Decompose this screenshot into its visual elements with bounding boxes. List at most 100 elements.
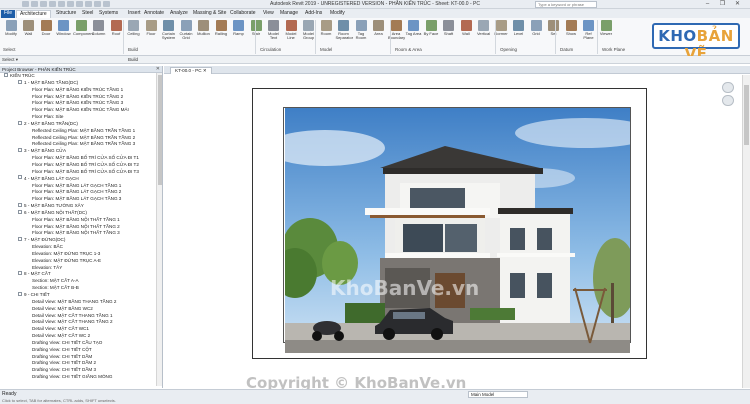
window-button[interactable]: Window: [56, 20, 72, 42]
collapse-icon[interactable]: [18, 79, 22, 84]
roof-button[interactable]: Roof: [108, 20, 124, 42]
collapse-icon[interactable]: [18, 291, 22, 296]
tree-item[interactable]: Section: MẶT CẮT B-B: [0, 285, 156, 292]
tree-item[interactable]: Elevation: BẮC: [0, 244, 156, 251]
curtain-system-button[interactable]: Curtain System: [161, 20, 177, 42]
browser-scrollbar[interactable]: [156, 73, 162, 386]
steering-wheel-icon[interactable]: [722, 82, 734, 93]
model-line-button[interactable]: Model Line: [283, 20, 299, 42]
modify-button[interactable]: Modify: [3, 20, 19, 42]
tree-item[interactable]: Drafting View: CHI TIẾT CẦU TẠO: [0, 340, 156, 347]
room-button[interactable]: Room: [318, 20, 334, 42]
collapse-icon[interactable]: [18, 148, 22, 153]
canvas-scrollbar[interactable]: [742, 75, 750, 388]
collapse-icon[interactable]: [18, 202, 22, 207]
tree-item[interactable]: Elevation: MẶT ĐỨNG TRỤC A-E: [0, 258, 156, 265]
tree-folder[interactable]: KIẾN TRÚC: [0, 73, 156, 80]
tree-folder[interactable]: 5 - MẶT BẰNG TƯỜNG XÂY: [0, 202, 156, 210]
viewer-button[interactable]: Viewer: [598, 20, 614, 42]
ribbon-group-build: Build: [128, 47, 139, 52]
shaft-button[interactable]: Shaft: [441, 20, 457, 42]
collapse-icon[interactable]: [4, 73, 8, 77]
tab-manage[interactable]: Manage: [277, 10, 301, 18]
level-button[interactable]: Level: [511, 20, 527, 42]
close-icon[interactable]: ✕: [730, 0, 745, 7]
ribbon-button-label: Wall: [24, 31, 33, 36]
quick-access-toolbar[interactable]: [22, 1, 142, 8]
component-button[interactable]: Component: [73, 20, 94, 42]
house-rendering[interactable]: [285, 108, 630, 353]
tag-room-button[interactable]: Tag Room: [353, 20, 369, 42]
collapse-icon[interactable]: [18, 175, 22, 180]
tree-item[interactable]: Floor Plan: MẶT BẰNG BỐ TRÍ CỬA SỐ CỬA Đ…: [0, 162, 156, 169]
tab-structure[interactable]: Structure: [53, 10, 79, 18]
stair-button[interactable]: Stair: [248, 20, 264, 42]
collapse-icon[interactable]: [18, 209, 22, 214]
ref-plane-button[interactable]: Ref Plane: [581, 20, 597, 42]
view-tab-sheet[interactable]: KT-00.0 - PC ✕: [170, 67, 212, 74]
area-button[interactable]: Area: [371, 20, 387, 42]
tree-item[interactable]: Drafting View: CHI TIẾT GIẰNG MÓNG: [0, 374, 156, 381]
tab-systems[interactable]: Systems: [96, 10, 121, 18]
tab-massing-site[interactable]: Massing & Site: [190, 10, 229, 18]
tree-item[interactable]: Floor Plan: MẶT BẰNG NỘI THẤT TẦNG 1: [0, 217, 156, 224]
mullion-button[interactable]: Mullion: [196, 20, 212, 42]
tree-item[interactable]: Floor Plan: MẶT BẰNG KIẾN TRÚC TẦNG MÁI: [0, 107, 156, 114]
tab-collaborate[interactable]: Collaborate: [227, 10, 259, 18]
tree-folder[interactable]: 2 - MẶT BẰNG TRẦN(DC): [0, 120, 156, 128]
tab-architecture[interactable]: Architecture: [16, 10, 51, 18]
wall-button[interactable]: Wall: [458, 20, 474, 42]
vertical-button[interactable]: Vertical: [476, 20, 492, 42]
restore-icon[interactable]: ❐: [715, 0, 730, 7]
select-dropdown[interactable]: Select ▾: [2, 57, 18, 63]
tree-item[interactable]: Detail View: MẶT BẰNG WC2: [0, 306, 156, 313]
tree-item[interactable]: Floor Plan: MẶT BẰNG BỐ TRÍ CỬA SỐ CỬA Đ…: [0, 169, 156, 176]
tree-folder[interactable]: 7 - MẶT ĐỨNG(DC): [0, 237, 156, 244]
curtain-grid-button[interactable]: Curtain Grid: [178, 20, 194, 42]
collapse-icon[interactable]: [18, 120, 22, 125]
tree-item[interactable]: Floor Plan: Site: [0, 114, 156, 121]
collapse-icon[interactable]: [18, 237, 22, 242]
tree-folder[interactable]: 1 - MẶT BẰNG TẦNG(DC): [0, 79, 156, 87]
tab-file[interactable]: File: [1, 10, 16, 18]
set-button[interactable]: Set: [546, 20, 562, 42]
tab-analyze[interactable]: Analyze: [167, 10, 191, 18]
column-button[interactable]: Column: [91, 20, 107, 42]
tag-area-button[interactable]: Tag Area: [406, 20, 422, 42]
tree-item[interactable]: Elevation: MẶT ĐỨNG TRỤC 1-3: [0, 251, 156, 258]
floor-button[interactable]: Floor: [143, 20, 159, 42]
tab-modify[interactable]: Modify: [327, 10, 348, 18]
zoom-icon[interactable]: [722, 95, 734, 106]
search-input[interactable]: Type a keyword or phrase: [535, 1, 597, 8]
tree-folder[interactable]: 6 - MẶT BẰNG NỘI THẤT(DC): [0, 209, 156, 217]
tab-annotate[interactable]: Annotate: [141, 10, 167, 18]
tree-item[interactable]: Reflected Ceiling Plan: MẶT BẰNG TRẦN TẦ…: [0, 128, 156, 135]
tree-folder[interactable]: 9 - CHI TIẾT: [0, 291, 156, 299]
ribbon-button-label: Tag Area: [405, 31, 422, 36]
by-face-button[interactable]: By Face: [423, 20, 439, 42]
tab-view[interactable]: View: [260, 10, 277, 18]
wall-button[interactable]: Wall: [21, 20, 37, 42]
door-button[interactable]: Door: [38, 20, 54, 42]
grid-button[interactable]: Grid: [528, 20, 544, 42]
tab-add-ins[interactable]: Add-Ins: [302, 10, 325, 18]
tree-item[interactable]: Detail View: MẶT BẰNG THANG TẦNG 2: [0, 299, 156, 306]
ceiling-button[interactable]: Ceiling: [126, 20, 142, 42]
tree-item[interactable]: Floor Plan: MẶT BẰNG LÁT GẠCH TẦNG 3: [0, 196, 156, 203]
tab-steel[interactable]: Steel: [79, 10, 96, 18]
ramp-button[interactable]: Ramp: [231, 20, 247, 42]
tree-item[interactable]: Drafting View: CHI TIẾT CỘT: [0, 347, 156, 354]
tree-item[interactable]: Floor Plan: MẶT BẰNG KIẾN TRÚC TẦNG 1: [0, 87, 156, 94]
model-text-button[interactable]: Model Text: [266, 20, 282, 42]
tree-item[interactable]: Floor Plan: MẶT BẰNG BỐ TRÍ CỬA SỐ CỬA Đ…: [0, 155, 156, 162]
minimize-icon[interactable]: –: [700, 1, 715, 7]
collapse-icon[interactable]: [18, 271, 22, 276]
navigation-bar[interactable]: [720, 80, 736, 120]
room-separator-button[interactable]: Room Separator: [336, 20, 353, 42]
close-icon[interactable]: ✕: [203, 68, 207, 73]
active-model-select[interactable]: Main Model: [468, 391, 528, 398]
tree-folder[interactable]: 4 - MẶT BẰNG LÁT GẠCH: [0, 175, 156, 183]
railing-button[interactable]: Railing: [213, 20, 229, 42]
show-button[interactable]: Show: [563, 20, 579, 42]
tree-item[interactable]: Detail View: MẶT CẮT WC 2: [0, 333, 156, 340]
